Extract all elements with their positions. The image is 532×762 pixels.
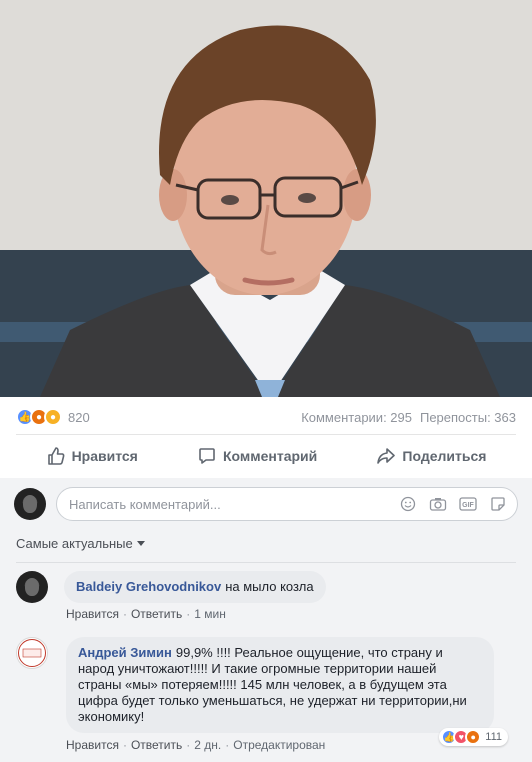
comment-item: Baldeiy Grehovodnikov на мыло козла — [16, 571, 516, 603]
comment-reply-link[interactable]: Ответить — [131, 607, 182, 621]
reaction-summary[interactable]: 👍 ● ● 820 — [16, 408, 90, 426]
comment-input[interactable]: Написать комментарий... GIF — [56, 487, 518, 521]
comments-count-link[interactable]: Комментарии: 295 — [301, 410, 412, 425]
comment-like-link[interactable]: Нравится — [66, 607, 119, 621]
comment-meta: Нравится · Ответить · 1 мин — [66, 607, 226, 621]
avatar[interactable] — [16, 637, 48, 669]
comments-section: Написать комментарий... GIF Самые актуал… — [0, 478, 532, 762]
comment-reaction-count: 111 — [485, 731, 502, 743]
camera-icon[interactable] — [429, 495, 447, 513]
gif-icon[interactable]: GIF — [459, 495, 477, 513]
comment-button-label: Комментарий — [222, 448, 318, 464]
comment-reaction-summary[interactable]: 👍 ♥ ● 111 — [439, 728, 508, 746]
comment-meta: Нравится · Ответить · 2 дн. · Отредактир… — [66, 738, 326, 752]
sort-label: Самые актуальные — [16, 536, 133, 551]
comment-timestamp[interactable]: 1 мин — [194, 607, 226, 621]
comment-icon — [199, 448, 215, 464]
page-logo-icon — [18, 639, 46, 667]
emoji-icon[interactable] — [399, 495, 417, 513]
comment-reply-link[interactable]: Ответить — [131, 738, 182, 752]
comment-bubble: Baldeiy Grehovodnikov на мыло козла — [64, 571, 326, 603]
comment-composer: Написать комментарий... GIF — [14, 486, 518, 522]
divider — [16, 434, 516, 435]
divider — [16, 562, 516, 563]
sticker-icon[interactable] — [489, 495, 507, 513]
post-actions: Нравится Комментарий Поделиться — [16, 438, 516, 474]
edited-label[interactable]: Отредактирован — [233, 738, 325, 752]
shares-count-link[interactable]: Перепосты: 363 — [420, 410, 516, 425]
avatar[interactable] — [16, 571, 48, 603]
post-photo[interactable] — [0, 0, 532, 397]
wow-icon: ● — [44, 408, 62, 426]
comment-author-link[interactable]: Андрей Зимин — [78, 645, 172, 660]
reaction-count: 820 — [68, 409, 90, 425]
share-button[interactable]: Поделиться — [366, 440, 496, 472]
comment-input-placeholder: Написать комментарий... — [69, 496, 221, 512]
comment-author-link[interactable]: Baldeiy Grehovodnikov — [76, 579, 221, 594]
like-button-label: Нравится — [71, 448, 138, 464]
comment-button[interactable]: Комментарий — [187, 440, 327, 472]
angry-icon: ● — [465, 729, 482, 745]
comment-text: на мыло козла — [225, 579, 314, 594]
share-icon — [377, 448, 396, 464]
svg-text:GIF: GIF — [462, 502, 474, 509]
comment-bubble: Андрей Зимин 99,9% !!!! Реальное ощущение… — [66, 637, 494, 733]
thumbs-up-icon — [47, 447, 64, 465]
comment-item: Андрей Зимин 99,9% !!!! Реальное ощущение… — [16, 637, 494, 733]
post-stats: 👍 ● ● 820 Комментарии: 295 Перепосты: 36… — [16, 404, 516, 430]
post-photo-illustration — [0, 0, 532, 397]
comment-timestamp[interactable]: 2 дн. — [194, 738, 221, 752]
comment-sort-dropdown[interactable]: Самые актуальные — [16, 536, 145, 551]
like-button[interactable]: Нравится — [36, 440, 148, 472]
chevron-down-icon — [136, 541, 145, 546]
comment-like-link[interactable]: Нравится — [66, 738, 119, 752]
share-button-label: Поделиться — [402, 448, 487, 464]
avatar[interactable] — [14, 488, 46, 520]
